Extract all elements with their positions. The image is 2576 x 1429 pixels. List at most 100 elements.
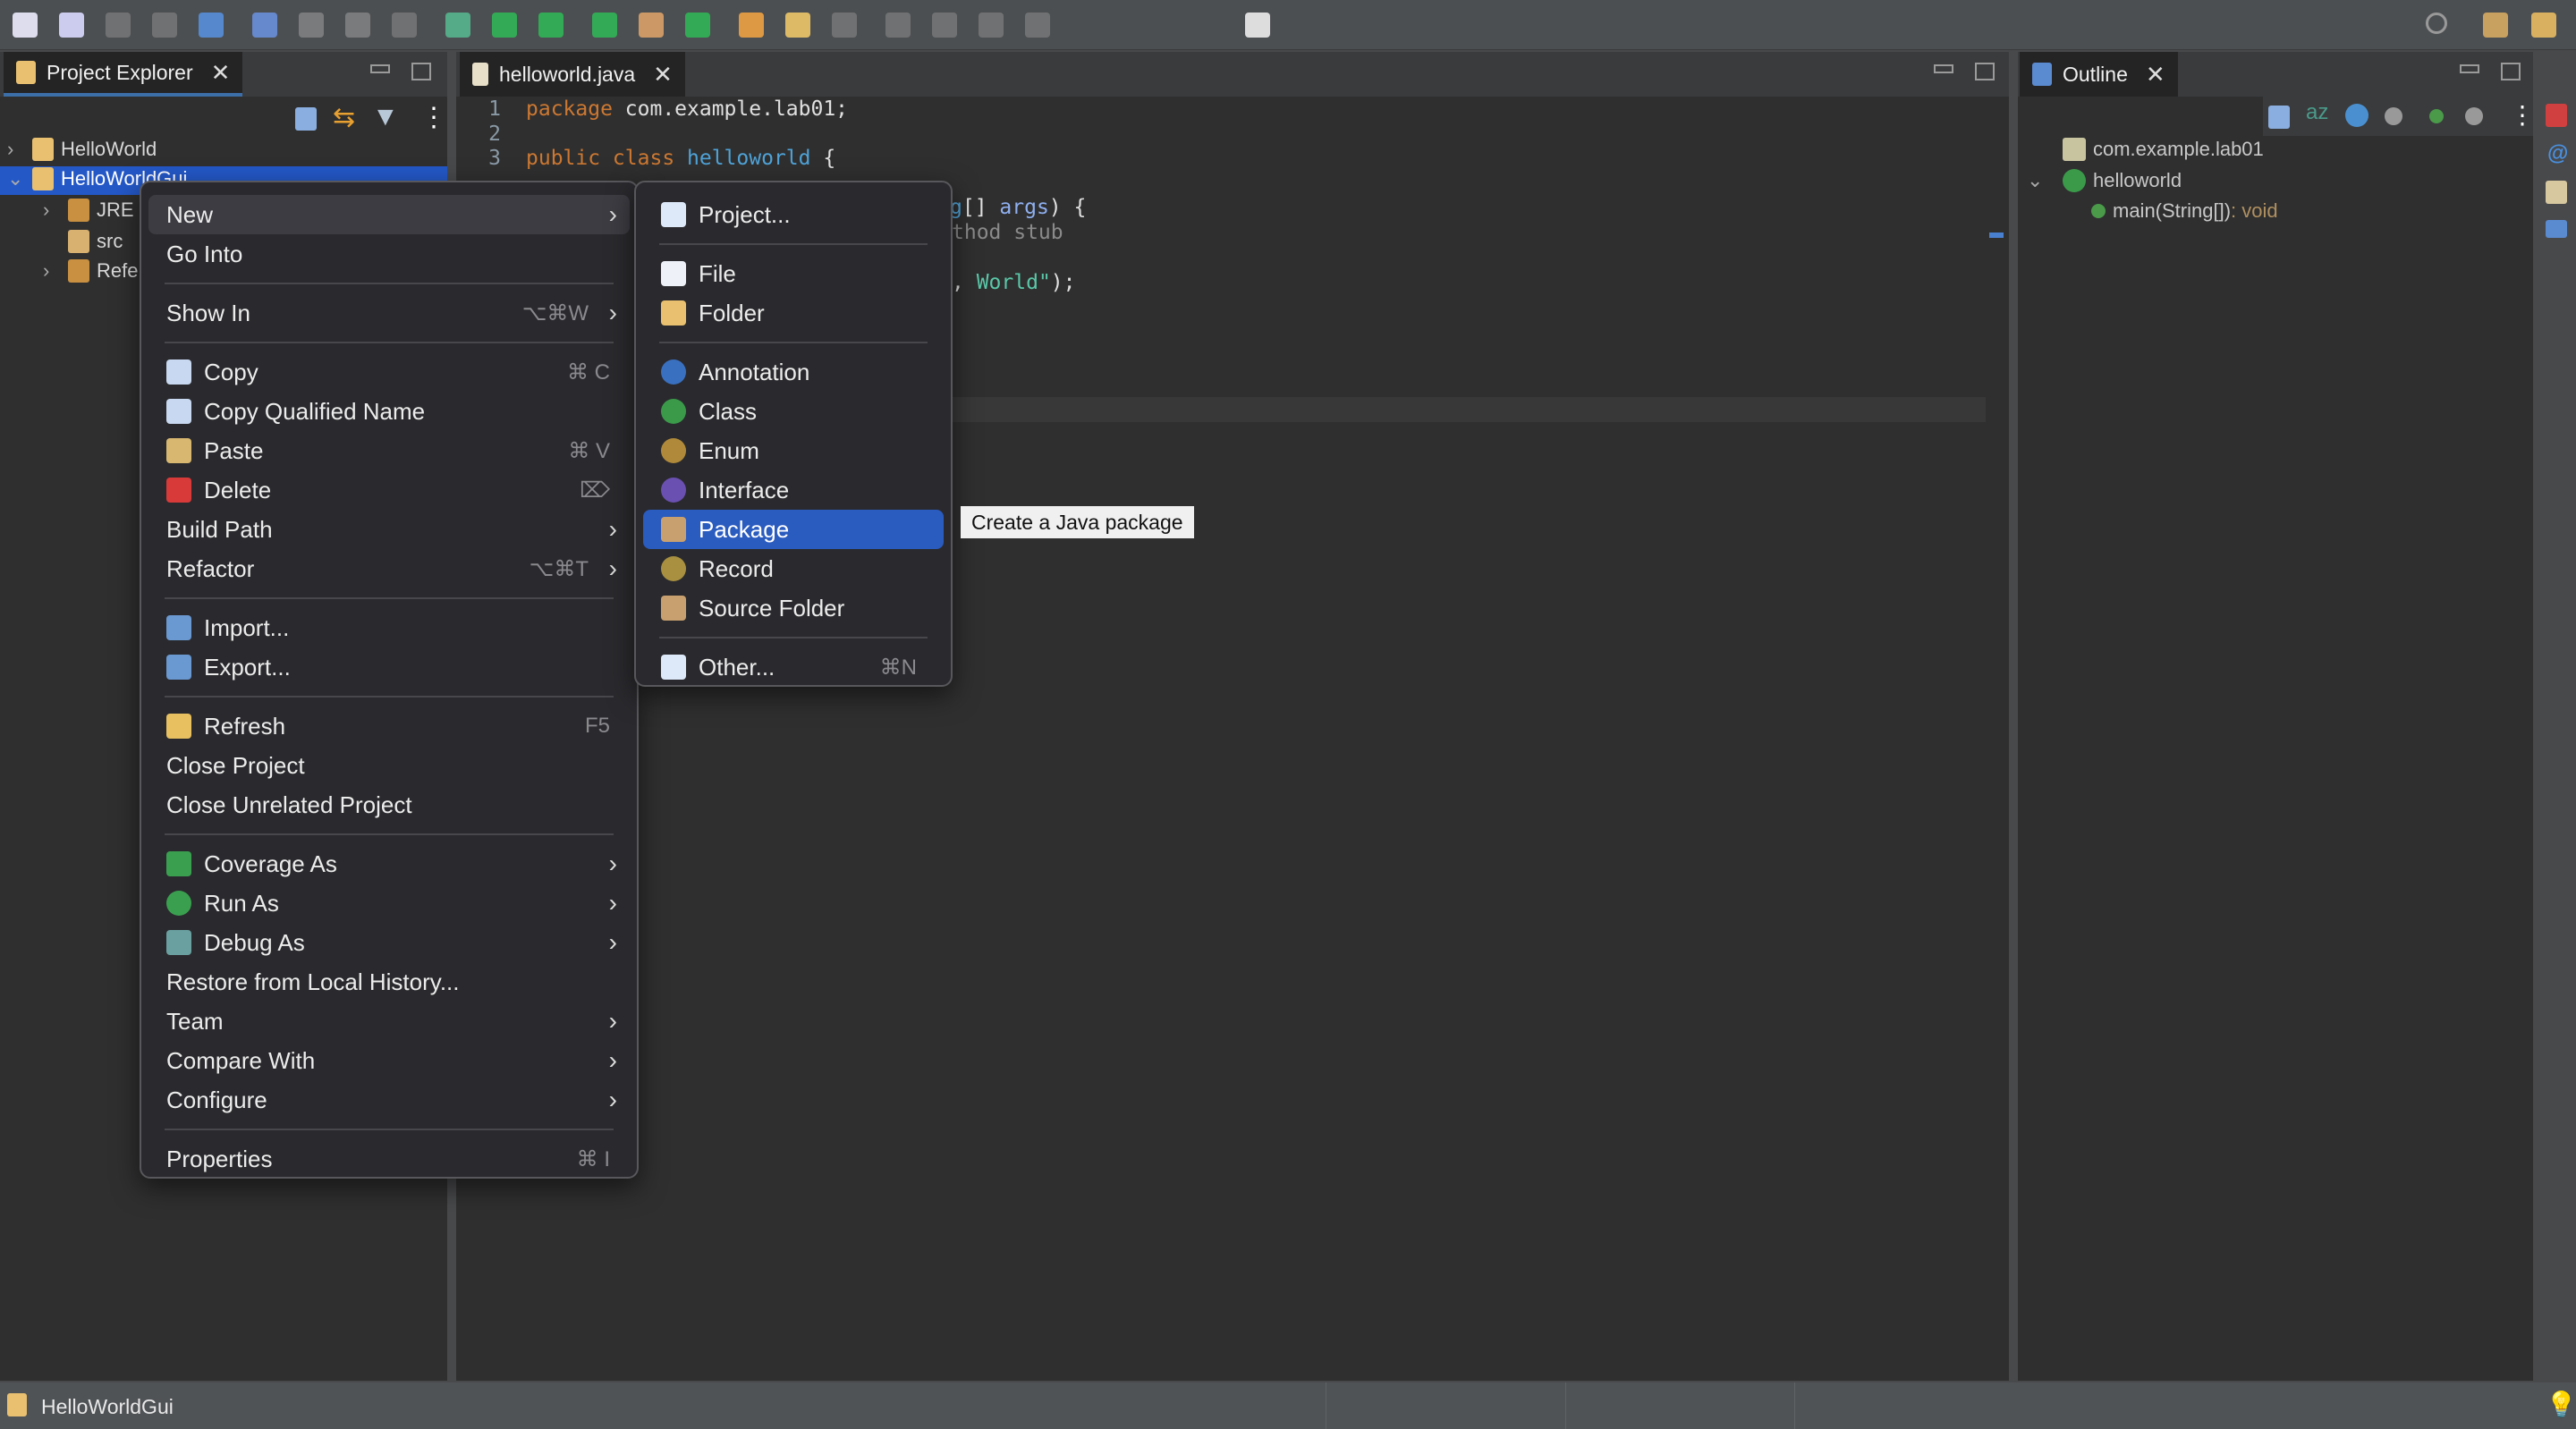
new-submenu-item-project[interactable]: Project...: [643, 195, 944, 234]
search-icon[interactable]: [2426, 13, 2447, 34]
debug-icon[interactable]: [445, 13, 470, 38]
context-menu-item-run-as[interactable]: Run As ›: [148, 884, 630, 923]
chevron-down-icon[interactable]: ⌄: [2027, 169, 2055, 192]
outline-item[interactable]: main(String[]) : void: [2055, 197, 2278, 225]
chevron-right-icon[interactable]: ›: [43, 259, 61, 283]
maximize-button[interactable]: [2501, 63, 2521, 80]
last-edit-icon[interactable]: [932, 13, 957, 38]
context-menu-item-coverage-as[interactable]: Coverage As ›: [148, 844, 630, 884]
hide-fields-icon[interactable]: [2345, 104, 2368, 127]
pen-icon[interactable]: [345, 13, 370, 38]
code-line[interactable]: package com.example.lab01;: [526, 97, 848, 122]
pen-tool-icon[interactable]: [785, 13, 810, 38]
save-all-icon[interactable]: [152, 13, 177, 38]
maximize-button[interactable]: [1975, 63, 1995, 80]
context-menu-item-refactor[interactable]: Refactor ⌥⌘T ›: [148, 549, 630, 588]
new-class-icon[interactable]: [685, 13, 710, 38]
context-menu-item-debug-as[interactable]: Debug As ›: [148, 923, 630, 962]
code-line-fragment[interactable]: thod stub: [952, 220, 1063, 245]
sort-icon[interactable]: az: [2306, 100, 2328, 125]
save-icon[interactable]: [106, 13, 131, 38]
chevron-down-icon[interactable]: ⌄: [7, 167, 25, 190]
chevron-right-icon[interactable]: ›: [43, 199, 61, 222]
open-type-icon[interactable]: [199, 13, 224, 38]
new-package-icon[interactable]: [639, 13, 664, 38]
new-submenu-item-class[interactable]: Class: [643, 392, 944, 431]
code-line-fragment[interactable]: , World");: [952, 270, 1076, 295]
perspective-icon[interactable]: [1245, 13, 1270, 38]
context-menu-item-restore-from-local-history[interactable]: Restore from Local History...: [148, 962, 630, 1002]
tree-item[interactable]: › Refe: [43, 257, 138, 285]
context-menu-item-compare-with[interactable]: Compare With ›: [148, 1041, 630, 1080]
context-menu-item-configure[interactable]: Configure ›: [148, 1080, 630, 1120]
open-perspective-icon[interactable]: [2483, 13, 2508, 38]
hide-local-types-icon[interactable]: [2465, 107, 2483, 125]
tree-item[interactable]: src: [43, 227, 123, 256]
new-submenu-item-annotation[interactable]: Annotation: [643, 352, 944, 392]
link-with-editor-icon[interactable]: ⇆: [333, 102, 355, 133]
code-line[interactable]: public class helloworld {: [526, 146, 835, 171]
context-menu-item-delete[interactable]: Delete ⌦: [148, 470, 630, 510]
maximize-button[interactable]: [411, 63, 431, 80]
context-menu-item-copy[interactable]: Copy ⌘ C: [148, 352, 630, 392]
new-submenu-item-record[interactable]: Record: [643, 549, 944, 588]
new-submenu-item-other[interactable]: Other... ⌘N: [643, 647, 944, 687]
next-annotation-icon[interactable]: [832, 13, 857, 38]
outline-item[interactable]: ⌄ helloworld: [2027, 166, 2182, 195]
tab-helloworld-java[interactable]: helloworld.java ✕: [460, 52, 685, 97]
context-menu-item-close-project[interactable]: Close Project: [148, 746, 630, 785]
declaration-icon[interactable]: [2546, 181, 2567, 204]
new-icon[interactable]: [13, 13, 38, 38]
context-menu-item-team[interactable]: Team ›: [148, 1002, 630, 1041]
show-whitespace-icon[interactable]: [392, 13, 417, 38]
prev-annotation-icon[interactable]: [886, 13, 911, 38]
search-icon[interactable]: [252, 13, 277, 38]
context-menu-item-new[interactable]: New ›: [148, 195, 630, 234]
breakpoints-icon[interactable]: [2546, 104, 2567, 127]
new-submenu-item-file[interactable]: File: [643, 254, 944, 293]
view-menu-icon[interactable]: ⋮: [420, 102, 447, 133]
minimize-button[interactable]: [1934, 64, 1953, 73]
context-menu-item-import[interactable]: Import...: [148, 608, 630, 647]
new-submenu-item-enum[interactable]: Enum: [643, 431, 944, 470]
context-menu-item-show-in[interactable]: Show In ⌥⌘W ›: [148, 293, 630, 333]
hide-non-public-icon[interactable]: [2429, 109, 2444, 123]
new-submenu-item-package[interactable]: Package: [643, 510, 944, 549]
context-menu-item-copy-qualified-name[interactable]: Copy Qualified Name: [148, 392, 630, 431]
filter-icon[interactable]: ▼: [372, 102, 399, 132]
tree-item[interactable]: › JRE: [43, 196, 134, 224]
tip-icon[interactable]: 💡: [2546, 1390, 2576, 1419]
outline-item[interactable]: com.example.lab01: [2027, 135, 2264, 164]
open-folder-icon[interactable]: [739, 13, 764, 38]
close-icon[interactable]: ✕: [2146, 61, 2165, 89]
context-menu-item-properties[interactable]: Properties ⌘ I: [148, 1139, 630, 1179]
back-icon[interactable]: [979, 13, 1004, 38]
context-menu-item-export[interactable]: Export...: [148, 647, 630, 687]
context-menu-item-refresh[interactable]: Refresh F5: [148, 706, 630, 746]
coverage-icon[interactable]: [538, 13, 564, 38]
overview-ruler-marker[interactable]: [1989, 233, 2004, 238]
close-icon[interactable]: ✕: [653, 61, 673, 89]
external-tools-icon[interactable]: [592, 13, 617, 38]
hide-static-icon[interactable]: [2385, 107, 2402, 125]
context-menu-item-close-unrelated-project[interactable]: Close Unrelated Project: [148, 785, 630, 824]
context-menu-item-build-path[interactable]: Build Path ›: [148, 510, 630, 549]
new-submenu-item-source-folder[interactable]: Source Folder: [643, 588, 944, 628]
view-menu-icon[interactable]: ⋮: [2510, 100, 2535, 130]
toggle-mark-icon[interactable]: [299, 13, 324, 38]
new-dropdown-icon[interactable]: [59, 13, 84, 38]
tree-item[interactable]: › HelloWorld: [7, 135, 157, 164]
new-submenu-item-folder[interactable]: Folder: [643, 293, 944, 333]
close-icon[interactable]: ✕: [211, 59, 231, 87]
context-menu-item-go-into[interactable]: Go Into: [148, 234, 630, 274]
console-icon[interactable]: [2546, 220, 2567, 238]
code-line-fragment[interactable]: g[] args) {: [950, 195, 1086, 220]
tab-outline[interactable]: Outline ✕: [2020, 52, 2178, 97]
tab-project-explorer[interactable]: Project Explorer ✕: [4, 52, 243, 97]
minimize-button[interactable]: [370, 64, 390, 73]
chevron-right-icon[interactable]: ›: [7, 138, 25, 161]
new-submenu-item-interface[interactable]: Interface: [643, 470, 944, 510]
context-menu-item-paste[interactable]: Paste ⌘ V: [148, 431, 630, 470]
java-perspective-icon[interactable]: [2531, 13, 2556, 38]
collapse-all-icon[interactable]: [2268, 106, 2290, 129]
